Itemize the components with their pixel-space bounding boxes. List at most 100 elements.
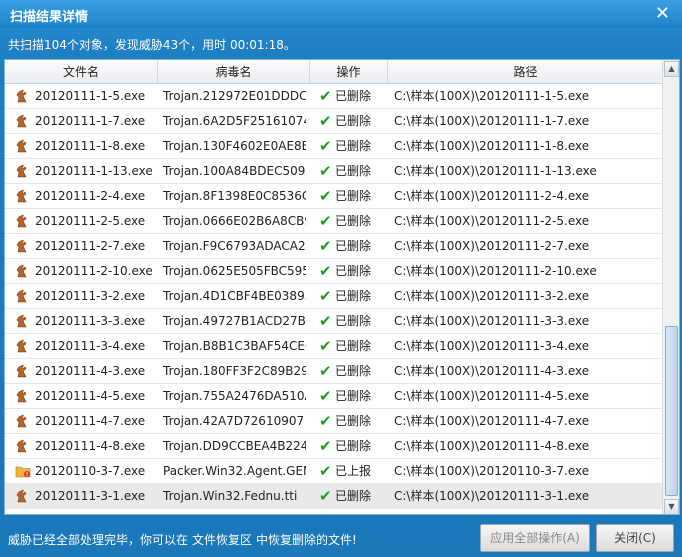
scroll-up-arrow-icon[interactable]: ▲ [664,61,679,77]
action-status: 已删除 [335,139,372,153]
action-status: 已删除 [335,364,372,378]
action-status: 已删除 [335,289,372,303]
virus-name: Trojan.755A2476DA510A [163,389,306,403]
window-title: 扫描结果详情 [10,10,89,25]
close-icon[interactable]: ✕ [655,3,670,24]
file-name: 20120111-1-13.exe [35,164,153,178]
check-icon: ✔ [319,312,332,330]
table-row[interactable]: 20120111-4-5.exe Trojan.755A2476DA510A ✔ 已删… [5,384,664,409]
horse-icon [15,239,29,253]
file-name: 20120111-3-4.exe [35,339,146,353]
check-icon: ✔ [319,87,332,105]
horse-icon [15,414,29,428]
horse-icon [15,289,29,303]
footer-message: 威胁已经全部处理完毕，你可以在 文件恢复区 中恢复删除的文件! [8,531,357,548]
table-row[interactable]: 20120111-2-4.exe Trojan.8F1398E0C8536C ✔ 已删… [5,184,664,209]
table-row[interactable]: 20120111-4-8.exe Trojan.DD9CCBEA4B224 ✔ 已删除… [5,434,664,459]
scrollbar-thumb[interactable] [665,326,678,496]
action-status: 已删除 [335,189,372,203]
horse-icon [15,314,29,328]
table-row[interactable]: 20120111-1-13.exe Trojan.100A84BDEC5093 ✔ 已… [5,159,664,184]
table-row[interactable]: 20120110-3-7.exe Packer.Win32.Agent.GEN ✔ 已… [5,459,664,484]
column-header-path[interactable]: 路径 [388,60,664,84]
table-row[interactable]: 20120111-2-7.exe Trojan.F9C6793ADACA20 ✔ 已删… [5,234,664,259]
check-icon: ✔ [319,362,332,380]
virus-name: Trojan.B8B1C3BAF54CEC [163,339,306,353]
close-button[interactable]: 关闭(C) [596,524,674,552]
horse-icon [15,164,29,178]
file-name: 20120111-4-5.exe [35,389,146,403]
file-recovery-link[interactable]: 文件恢复区 [192,533,252,547]
file-name: 20120110-3-7.exe [35,464,146,478]
apply-all-button[interactable]: 应用全部操作(A) [480,524,590,552]
file-name: 20120111-1-8.exe [35,139,146,153]
file-path: C:\样本(100X)\20120111-3-3.exe [394,314,590,328]
virus-name: Trojan.F9C6793ADACA20 [163,239,306,253]
virus-name: Trojan.42A7D72610907 [163,414,305,428]
scroll-down-arrow-icon[interactable]: ▼ [664,499,679,514]
check-icon: ✔ [319,212,332,230]
table-row[interactable]: 20120111-1-7.exe Trojan.6A2D5F25161074 ✔ 已删… [5,109,664,134]
file-name: 20120111-2-5.exe [35,214,146,228]
column-header-action[interactable]: 操作 [310,60,388,84]
footer-text-before: 威胁已经全部处理完毕，你可以在 [8,533,189,547]
check-icon: ✔ [319,187,332,205]
table-row[interactable]: 20120111-4-3.exe Trojan.180FF3F2C89B29 ✔ 已删… [5,359,664,384]
horse-icon [15,339,29,353]
check-icon: ✔ [319,462,332,480]
scan-results-window: 扫描结果详情 ✕ 共扫描104个对象，发现威胁43个，用时 00:01:18。 … [0,0,682,557]
column-header-filename[interactable]: 文件名 [5,60,158,84]
table-row[interactable]: 20120111-3-3.exe Trojan.49727B1ACD27BB ✔ 已删… [5,309,664,334]
check-icon: ✔ [319,287,332,305]
check-icon: ✔ [319,412,332,430]
footer-text-after: 中恢复删除的文件! [256,533,357,547]
file-name: 20120111-2-4.exe [35,189,146,203]
horse-icon [15,389,29,403]
file-path: C:\样本(100X)\20120111-2-5.exe [394,214,590,228]
check-icon: ✔ [319,437,332,455]
virus-name: Trojan.0625E505FBC595 [163,264,306,278]
check-icon: ✔ [319,137,332,155]
virus-name: Packer.Win32.Agent.GEN [163,464,306,478]
action-status: 已删除 [335,214,372,228]
table-row[interactable]: 20120111-3-2.exe Trojan.4D1CBF4BE03893 ✔ 已删… [5,284,664,309]
file-path: C:\样本(100X)\20120111-4-3.exe [394,364,590,378]
horse-icon [15,489,29,503]
horse-icon [15,139,29,153]
action-status: 已删除 [335,489,372,503]
file-path: C:\样本(100X)\20120111-4-7.exe [394,414,590,428]
table-row[interactable]: 20120111-2-5.exe Trojan.0666E02B6A8CB9 ✔ 已删… [5,209,664,234]
column-header-virus[interactable]: 病毒名 [158,60,310,84]
action-status: 已删除 [335,264,372,278]
action-status: 已删除 [335,164,372,178]
action-status: 已删除 [335,89,372,103]
action-status: 已上报 [335,464,372,478]
file-name: 20120111-1-7.exe [35,114,146,128]
action-status: 已删除 [335,114,372,128]
file-path: C:\样本(100X)\20120111-3-1.exe [394,489,590,503]
table-row[interactable]: 20120111-1-8.exe Trojan.130F4602E0AE8E ✔ 已删… [5,134,664,159]
check-icon: ✔ [319,487,332,505]
check-icon: ✔ [319,237,332,255]
file-path: C:\样本(100X)\20120111-2-7.exe [394,239,590,253]
virus-name: Trojan.8F1398E0C8536C [163,189,306,203]
file-name: 20120111-4-3.exe [35,364,146,378]
table-row[interactable]: 20120111-3-4.exe Trojan.B8B1C3BAF54CEC ✔ 已删… [5,334,664,359]
file-path: C:\样本(100X)\20120111-4-5.exe [394,389,590,403]
file-path: C:\样本(100X)\20120111-1-5.exe [394,89,590,103]
file-path: C:\样本(100X)\20120111-1-7.exe [394,114,590,128]
file-path: C:\样本(100X)\20120111-2-10.exe [394,264,597,278]
file-path: C:\样本(100X)\20120111-2-4.exe [394,189,590,203]
file-path: C:\样本(100X)\20120111-1-13.exe [394,164,597,178]
horse-icon [15,264,29,278]
file-name: 20120111-4-8.exe [35,439,146,453]
action-status: 已删除 [335,314,372,328]
vertical-scrollbar[interactable]: ▲ ▼ [662,60,679,514]
check-icon: ✔ [319,387,332,405]
table-row[interactable]: 20120111-1-5.exe Trojan.212972E01DDDCC ✔ 已删… [5,84,664,109]
table-row[interactable]: 20120111-3-1.exe Trojan.Win32.Fednu.tti ✔ 已… [5,484,664,509]
table-row[interactable]: 20120111-2-10.exe Trojan.0625E505FBC595 ✔ 已… [5,259,664,284]
file-path: C:\样本(100X)\20120111-4-8.exe [394,439,590,453]
virus-name: Trojan.49727B1ACD27BB [163,314,306,328]
table-row[interactable]: 20120111-4-7.exe Trojan.42A7D72610907 ✔ 已删除… [5,409,664,434]
